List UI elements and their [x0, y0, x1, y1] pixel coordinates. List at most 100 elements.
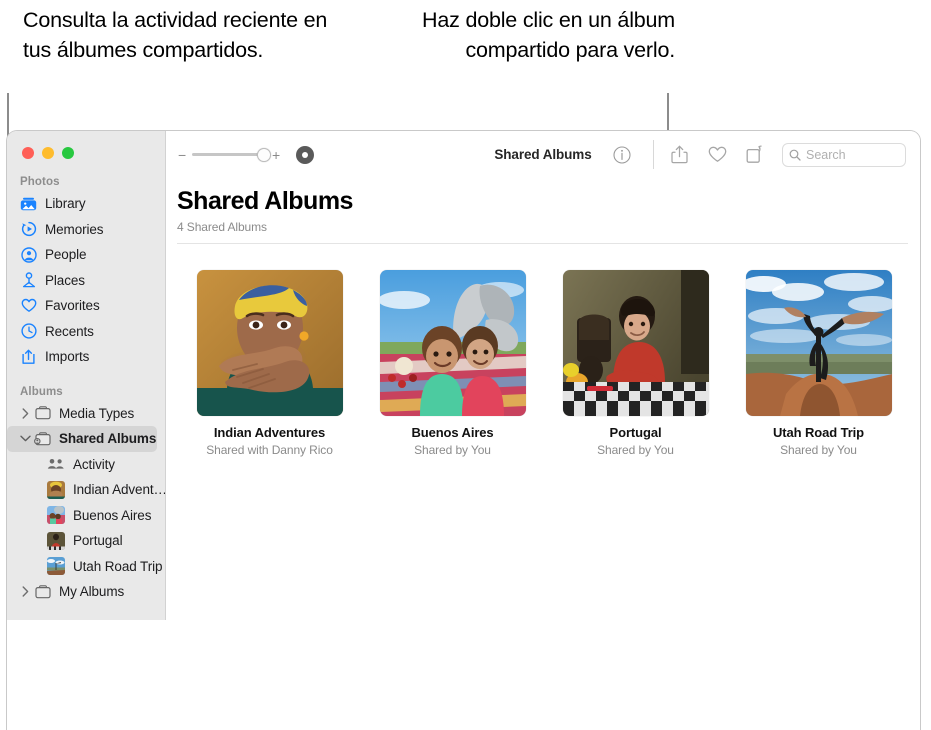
album-name: Buenos Aires	[411, 425, 494, 440]
toolbar: − + Shared Albums Search	[166, 131, 920, 178]
shared-folder-icon	[33, 430, 52, 447]
sidebar-item-label: Utah Road Trip	[73, 558, 163, 574]
album-card-indian-adventures[interactable]: Indian Adventures Shared with Danny Rico	[196, 270, 343, 457]
info-icon	[613, 145, 631, 164]
sidebar-item-memories[interactable]: Memories	[7, 217, 165, 243]
album-thumbnail[interactable]	[745, 270, 892, 416]
memories-icon	[19, 221, 38, 238]
album-thumb-indian-icon	[196, 270, 343, 416]
album-subtitle: Shared by You	[780, 443, 857, 457]
album-thumb-utah-icon	[47, 557, 65, 576]
sidebar-item-my-albums[interactable]: My Albums	[7, 579, 165, 605]
album-subtitle: Shared by You	[597, 443, 674, 457]
chevron-right-icon[interactable]	[19, 407, 31, 419]
album-card-buenos-aires[interactable]: Buenos Aires Shared by You	[379, 270, 526, 457]
share-icon	[670, 145, 688, 164]
callout-top-left-text: Consulta la actividad reciente en tus ál…	[23, 8, 328, 62]
album-thumb-buenos-icon	[379, 270, 526, 416]
sidebar-item-portugal[interactable]: Portugal	[7, 528, 165, 554]
zoom-slider-track[interactable]	[192, 148, 271, 162]
album-name: Indian Adventures	[213, 425, 326, 440]
sidebar-item-label: Media Types	[59, 405, 135, 421]
sidebar-item-label: Portugal	[73, 533, 123, 549]
people-icon	[19, 246, 38, 263]
sidebar-item-label: Memories	[45, 221, 104, 237]
sidebar-item-buenos-aires[interactable]: Buenos Aires	[7, 503, 165, 529]
clock-icon	[19, 323, 38, 340]
sidebar-section-title-albums: Albums	[20, 385, 63, 398]
sidebar-item-shared-albums[interactable]: Shared Albums	[7, 426, 157, 452]
album-thumbnail[interactable]	[379, 270, 526, 416]
sidebar-item-label: Favorites	[45, 298, 100, 314]
minimize-button[interactable]	[42, 146, 54, 159]
places-icon	[19, 272, 38, 289]
content-pane: − + Shared Albums Search Shared Albums 4…	[166, 131, 920, 730]
zoom-slider-control[interactable]: − +	[178, 148, 280, 162]
heart-icon	[708, 146, 726, 162]
search-placeholder: Search	[806, 147, 846, 162]
album-thumb-utah-icon	[745, 270, 892, 416]
folder-icon	[33, 405, 52, 422]
search-icon	[789, 149, 801, 161]
sidebar-item-media-types[interactable]: Media Types	[7, 401, 165, 427]
sidebar-item-favorites[interactable]: Favorites	[7, 293, 165, 319]
zoom-in-label[interactable]: +	[272, 148, 280, 162]
sidebar-item-label: Imports	[45, 349, 90, 365]
album-thumb-portugal-icon	[562, 270, 709, 416]
album-card-utah-road-trip[interactable]: Utah Road Trip Shared by You	[745, 270, 892, 457]
close-button[interactable]	[22, 146, 34, 159]
album-subtitle: Shared by You	[414, 443, 491, 457]
chevron-right-icon[interactable]	[19, 586, 31, 598]
view-options-button[interactable]	[296, 145, 314, 164]
album-thumb-portugal-icon	[47, 531, 65, 550]
sidebar-item-indian-adventures[interactable]: Indian Advent…	[7, 477, 165, 503]
sidebar-item-label: People	[45, 247, 87, 263]
sidebar-item-label: Buenos Aires	[73, 507, 152, 523]
folder-icon	[33, 583, 52, 600]
album-thumb-buenos-icon	[47, 506, 65, 525]
sidebar-item-label: Library	[45, 196, 86, 212]
favorite-button[interactable]	[698, 140, 736, 170]
info-button[interactable]	[603, 140, 641, 170]
album-subtitle: Shared with Danny Rico	[206, 443, 333, 457]
page-title: Shared Albums	[177, 187, 353, 215]
search-input[interactable]: Search	[782, 142, 906, 167]
sidebar-item-library[interactable]: Library	[7, 191, 165, 217]
zoom-slider-knob[interactable]	[257, 148, 271, 162]
window-traffic-lights	[7, 131, 165, 159]
sidebar-item-people[interactable]: People	[7, 242, 165, 268]
album-name: Portugal	[609, 425, 662, 440]
sidebar-item-label: Shared Albums	[59, 431, 157, 447]
content-header: Shared Albums 4 Shared Albums	[166, 178, 920, 234]
sidebar-item-imports[interactable]: Imports	[7, 344, 165, 370]
album-thumbnail[interactable]	[562, 270, 709, 416]
chevron-down-icon[interactable]	[19, 433, 31, 445]
photos-app-window: Photos Library Memories People Places Fa…	[6, 130, 921, 730]
rotate-button[interactable]	[736, 140, 774, 170]
album-thumbnail[interactable]	[196, 270, 343, 416]
page-subtitle: 4 Shared Albums	[177, 220, 267, 234]
album-grid: Indian Adventures Shared with Danny Rico	[166, 244, 920, 457]
activity-people-icon	[47, 455, 65, 473]
sidebar-item-label: Recents	[45, 323, 94, 339]
sidebar-item-label: Places	[45, 272, 85, 288]
share-button[interactable]	[660, 140, 698, 170]
sidebar-item-recents[interactable]: Recents	[7, 319, 165, 345]
zoom-button[interactable]	[62, 146, 74, 159]
callout-top-right-text: Haz doble clic en un álbum compartido pa…	[422, 8, 675, 62]
sidebar-item-label: Activity	[73, 456, 115, 472]
library-icon	[19, 195, 38, 212]
sidebar-item-label: Indian Advent…	[73, 482, 165, 498]
album-card-portugal[interactable]: Portugal Shared by You	[562, 270, 709, 457]
sidebar-item-label: My Albums	[59, 584, 125, 600]
sidebar-item-utah-road-trip[interactable]: Utah Road Trip	[7, 554, 165, 580]
zoom-out-label[interactable]: −	[178, 148, 186, 162]
sidebar-section-title-photos: Photos	[20, 176, 60, 188]
rotate-icon	[746, 145, 762, 163]
sidebar-item-places[interactable]: Places	[7, 268, 165, 294]
sidebar: Photos Library Memories People Places Fa…	[7, 131, 166, 620]
toolbar-actions: Search	[603, 140, 906, 170]
view-options-icon	[302, 151, 308, 158]
sidebar-item-activity[interactable]: Activity	[7, 452, 165, 478]
toolbar-divider	[653, 140, 654, 169]
